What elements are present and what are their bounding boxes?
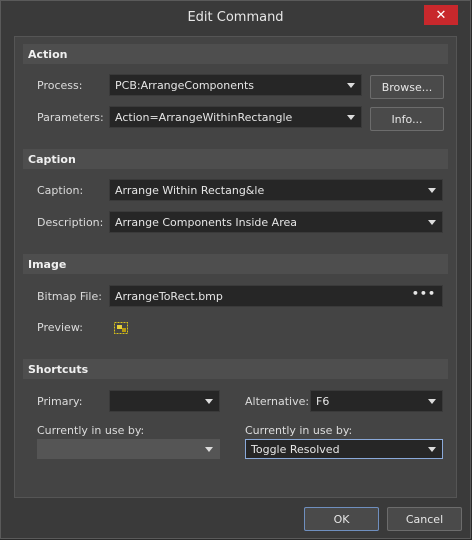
edit-command-dialog: Edit Command ✕ Action Process: PCB:Arran…	[0, 0, 471, 539]
info-button[interactable]: Info...	[370, 107, 444, 131]
cancel-button[interactable]: Cancel	[387, 507, 462, 531]
more-options-icon[interactable]: •••	[412, 287, 436, 300]
caption-value: Arrange Within Rectang&le	[115, 183, 265, 197]
in-use-alternative-combo[interactable]: Toggle Resolved	[245, 439, 443, 459]
dialog-content: Action Process: PCB:ArrangeComponents Br…	[14, 36, 457, 498]
chevron-down-icon	[428, 447, 436, 452]
bitmap-file-field[interactable]: ArrangeToRect.bmp •••	[109, 285, 443, 307]
caption-combo[interactable]: Arrange Within Rectang&le	[109, 179, 443, 201]
primary-shortcut-combo[interactable]	[109, 390, 220, 412]
caption-label: Caption:	[37, 184, 84, 197]
arrange-preview-icon	[114, 322, 128, 334]
parameters-combo[interactable]: Action=ArrangeWithinRectangle	[109, 106, 362, 128]
description-value: Arrange Components Inside Area	[115, 215, 297, 229]
description-label: Description:	[37, 216, 104, 229]
chevron-down-icon	[428, 220, 436, 225]
parameters-value: Action=ArrangeWithinRectangle	[115, 110, 293, 124]
section-action: Action	[23, 44, 448, 64]
in-use-alternative-value: Toggle Resolved	[251, 442, 340, 456]
section-shortcuts: Shortcuts	[23, 359, 448, 379]
ok-button[interactable]: OK	[304, 507, 379, 531]
section-caption: Caption	[23, 149, 448, 169]
chevron-down-icon	[428, 188, 436, 193]
close-button[interactable]: ✕	[424, 5, 458, 25]
close-icon: ✕	[435, 7, 447, 23]
alternative-label: Alternative:	[245, 395, 310, 408]
in-use-label-primary: Currently in use by:	[37, 424, 145, 437]
chevron-down-icon	[205, 447, 213, 452]
alternative-shortcut-combo[interactable]: F6	[310, 390, 443, 412]
chevron-down-icon	[347, 115, 355, 120]
in-use-primary-combo[interactable]	[37, 439, 220, 459]
bitmap-file-label: Bitmap File:	[37, 290, 102, 303]
description-combo[interactable]: Arrange Components Inside Area	[109, 211, 443, 233]
primary-label: Primary:	[37, 395, 83, 408]
parameters-label: Parameters:	[37, 111, 104, 124]
chevron-down-icon	[428, 399, 436, 404]
window-title: Edit Command	[187, 9, 284, 25]
section-image: Image	[23, 254, 448, 274]
in-use-label-alternative: Currently in use by:	[245, 424, 353, 437]
process-label: Process:	[37, 79, 83, 92]
process-value: PCB:ArrangeComponents	[115, 78, 254, 92]
chevron-down-icon	[205, 399, 213, 404]
bitmap-file-value: ArrangeToRect.bmp	[115, 289, 223, 303]
chevron-down-icon	[347, 83, 355, 88]
alternative-shortcut-value: F6	[316, 394, 330, 408]
browse-button[interactable]: Browse...	[370, 75, 444, 99]
process-combo[interactable]: PCB:ArrangeComponents	[109, 74, 362, 96]
title-bar: Edit Command ✕	[1, 1, 470, 33]
preview-label: Preview:	[37, 321, 83, 334]
